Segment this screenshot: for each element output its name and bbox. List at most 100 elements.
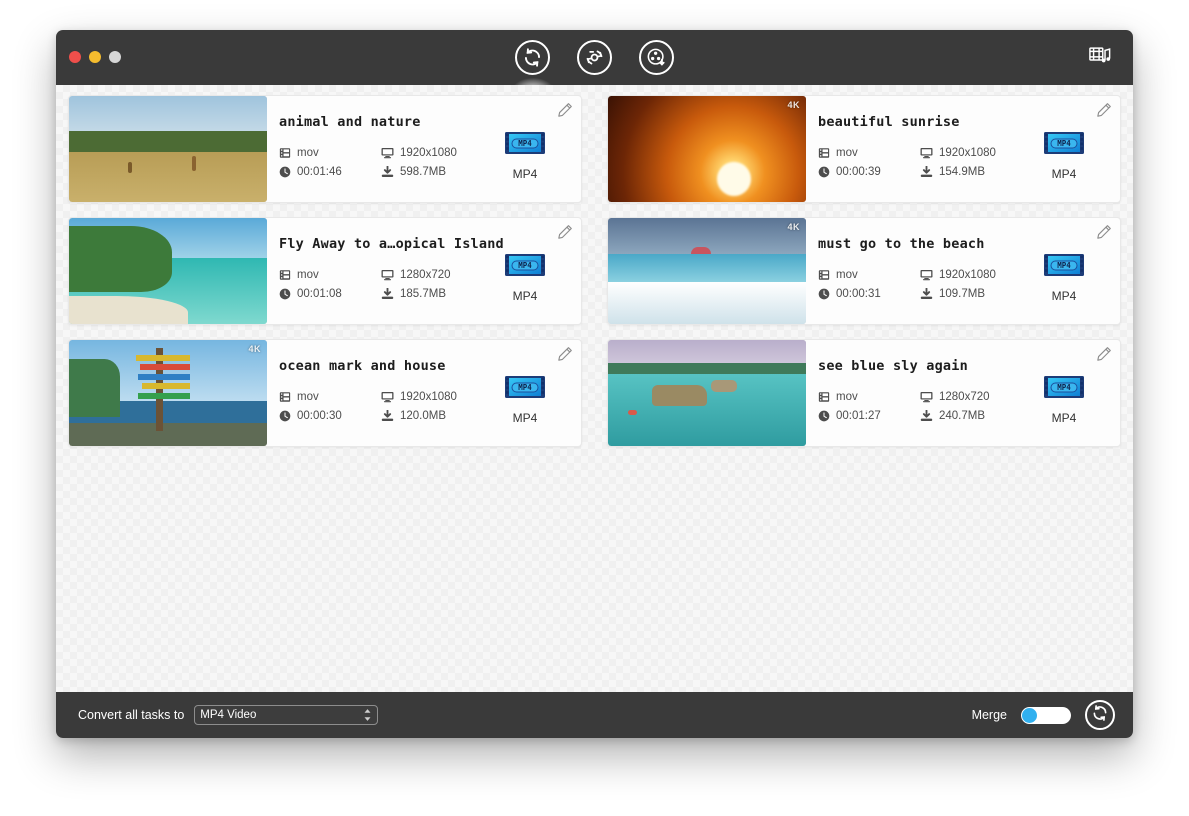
film-icon xyxy=(279,391,291,403)
output-format-button[interactable]: MP4 MP4 xyxy=(1034,372,1094,425)
download-icon xyxy=(381,410,394,422)
output-format-label: MP4 xyxy=(1034,411,1094,425)
monitor-icon xyxy=(920,391,933,403)
badge-4k: 4K xyxy=(787,222,800,232)
meta-size-value: 154.9MB xyxy=(939,166,985,178)
clock-icon xyxy=(279,166,291,178)
clock-icon xyxy=(279,288,291,300)
pencil-icon xyxy=(1095,228,1112,245)
edit-button[interactable] xyxy=(1095,346,1113,364)
download-icon xyxy=(920,410,933,422)
mp4-format-icon: MP4 xyxy=(502,269,548,286)
meta-format: mov xyxy=(279,269,379,281)
task-info: ocean mark and house mov 1920x1080 00 xyxy=(267,340,581,446)
edit-button[interactable] xyxy=(556,102,574,120)
meta-size-value: 240.7MB xyxy=(939,410,985,422)
task-title: Fly Away to a…opical Island xyxy=(279,236,529,252)
output-format-button[interactable]: MP4 MP4 xyxy=(495,128,555,181)
task-card[interactable]: 4K must go to the beach mov 1920x1080 xyxy=(607,217,1121,325)
task-grid: animal and nature mov 1920x1080 00:01 xyxy=(68,95,1121,447)
pencil-icon xyxy=(556,228,573,245)
toolbar-right xyxy=(1085,30,1115,85)
download-icon xyxy=(381,288,394,300)
thumbnail[interactable]: 4K xyxy=(69,340,267,446)
output-format-label: MP4 xyxy=(495,167,555,181)
convert-button[interactable] xyxy=(1085,700,1115,730)
meta-format-value: mov xyxy=(297,147,319,159)
meta-resolution-value: 1920x1080 xyxy=(400,391,457,403)
task-card[interactable]: animal and nature mov 1920x1080 00:01 xyxy=(68,95,582,203)
thumbnail[interactable] xyxy=(69,96,267,202)
task-meta: mov 1280x720 00:01:08 185.7MB xyxy=(279,269,514,300)
output-format-button[interactable]: MP4 MP4 xyxy=(495,250,555,303)
clock-icon xyxy=(818,410,830,422)
task-info: animal and nature mov 1920x1080 00:01 xyxy=(267,96,581,202)
tab-download[interactable] xyxy=(639,40,674,75)
edit-button[interactable] xyxy=(1095,102,1113,120)
task-meta: mov 1920x1080 00:01:46 598.7MB xyxy=(279,147,514,178)
meta-resolution-value: 1920x1080 xyxy=(939,269,996,281)
download-icon xyxy=(381,166,394,178)
task-card[interactable]: 4K beautiful sunrise mov 1920x1080 xyxy=(607,95,1121,203)
meta-format: mov xyxy=(279,391,379,403)
meta-format-value: mov xyxy=(836,147,858,159)
thumbnail[interactable] xyxy=(608,340,806,446)
mp4-format-icon: MP4 xyxy=(1041,147,1087,164)
task-title: ocean mark and house xyxy=(279,358,529,374)
film-icon xyxy=(279,147,291,159)
task-info: see blue sly again mov 1280x720 00:01 xyxy=(806,340,1120,446)
svg-text:MP4: MP4 xyxy=(1057,139,1071,148)
convert-icon xyxy=(522,47,543,68)
output-format-button[interactable]: MP4 MP4 xyxy=(1034,128,1094,181)
tab-toolbox[interactable] xyxy=(577,40,612,75)
edit-button[interactable] xyxy=(556,224,574,242)
mp4-format-icon: MP4 xyxy=(502,391,548,408)
tab-convert[interactable] xyxy=(515,40,550,75)
edit-button[interactable] xyxy=(556,346,574,364)
output-format-select-value: MP4 Video xyxy=(200,709,256,721)
clock-icon xyxy=(818,288,830,300)
task-title: animal and nature xyxy=(279,114,529,130)
convert-all-label: Convert all tasks to xyxy=(78,708,184,722)
output-format-button[interactable]: MP4 MP4 xyxy=(495,372,555,425)
meta-format-value: mov xyxy=(297,269,319,281)
monitor-icon xyxy=(920,147,933,159)
task-card[interactable]: 4K ocean mark and house mov 1920x1080 xyxy=(68,339,582,447)
meta-size-value: 598.7MB xyxy=(400,166,446,178)
meta-format-value: mov xyxy=(836,391,858,403)
thumbnail[interactable]: 4K xyxy=(608,96,806,202)
svg-text:MP4: MP4 xyxy=(518,261,532,270)
titlebar xyxy=(56,30,1133,85)
task-meta: mov 1920x1080 00:00:31 109.7MB xyxy=(818,269,1053,300)
merge-toggle-knob xyxy=(1022,708,1037,723)
output-format-button[interactable]: MP4 MP4 xyxy=(1034,250,1094,303)
mp4-format-icon: MP4 xyxy=(502,147,548,164)
pencil-icon xyxy=(1095,106,1112,123)
thumbnail[interactable] xyxy=(69,218,267,324)
stepper-icon xyxy=(363,709,372,722)
meta-duration-value: 00:00:30 xyxy=(297,410,342,422)
meta-format: mov xyxy=(818,391,918,403)
meta-resolution-value: 1280x720 xyxy=(400,269,451,281)
media-library-button[interactable] xyxy=(1085,44,1115,72)
meta-resolution-value: 1920x1080 xyxy=(400,147,457,159)
badge-4k: 4K xyxy=(787,100,800,110)
task-title: must go to the beach xyxy=(818,236,1068,252)
toolbox-icon xyxy=(584,47,605,68)
task-card[interactable]: see blue sly again mov 1280x720 00:01 xyxy=(607,339,1121,447)
thumbnail[interactable]: 4K xyxy=(608,218,806,324)
task-info: Fly Away to a…opical Island mov 1280x720 xyxy=(267,218,581,324)
output-format-select[interactable]: MP4 Video xyxy=(194,705,378,725)
meta-duration: 00:00:30 xyxy=(279,410,379,422)
meta-resolution-value: 1280x720 xyxy=(939,391,990,403)
merge-toggle[interactable] xyxy=(1021,707,1071,724)
merge-label: Merge xyxy=(972,708,1007,722)
toolbar-tabs xyxy=(56,30,1133,85)
meta-duration: 00:01:27 xyxy=(818,410,918,422)
meta-format: mov xyxy=(279,147,379,159)
monitor-icon xyxy=(381,269,394,281)
meta-size-value: 185.7MB xyxy=(400,288,446,300)
task-card[interactable]: Fly Away to a…opical Island mov 1280x720 xyxy=(68,217,582,325)
edit-button[interactable] xyxy=(1095,224,1113,242)
meta-format-value: mov xyxy=(297,391,319,403)
